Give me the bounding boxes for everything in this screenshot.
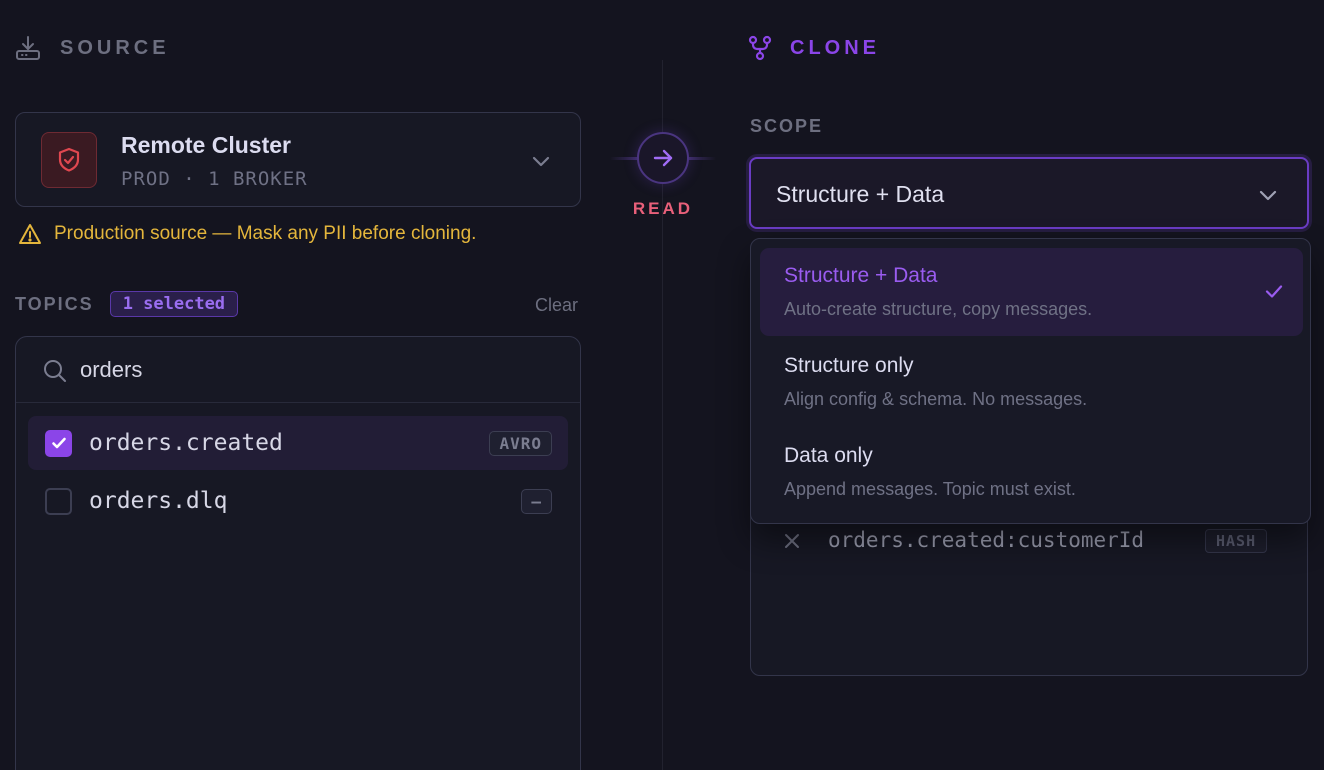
- topic-row-orders-dlq[interactable]: orders.dlq —: [28, 474, 568, 528]
- option-title: Structure + Data: [784, 264, 938, 287]
- topic-format-badge: —: [521, 488, 552, 514]
- topics-header: TOPICS 1 selected: [15, 291, 239, 317]
- scope-option-data-only[interactable]: Data only Append messages. Topic must ex…: [760, 428, 1303, 516]
- connector-label: READ: [632, 199, 694, 218]
- cluster-icon-tile: [41, 132, 97, 188]
- search-icon: [44, 360, 66, 382]
- warning-triangle-icon: [19, 224, 41, 244]
- source-header: SOURCE: [14, 34, 170, 62]
- pii-warning: Production source — Mask any PII before …: [18, 222, 476, 246]
- option-description: Append messages. Topic must exist.: [784, 479, 1076, 499]
- masking-rule-row: orders.created:customerId HASH: [751, 527, 1307, 557]
- close-icon[interactable]: [781, 530, 803, 552]
- check-icon: [1265, 285, 1283, 298]
- topic-name: orders.created: [89, 430, 283, 456]
- topic-search-input[interactable]: [80, 353, 540, 387]
- source-cluster-select[interactable]: Remote Cluster PROD · 1 BROKER: [15, 112, 581, 207]
- scope-option-structure-only[interactable]: Structure only Align config & schema. No…: [760, 338, 1303, 426]
- masking-field-name: orders.created:customerId: [828, 528, 1145, 552]
- option-title: Data only: [784, 444, 873, 467]
- arrow-right-icon: [653, 149, 673, 167]
- clone-heading: CLONE: [790, 36, 880, 59]
- checkmark-icon: [51, 437, 66, 449]
- masking-method-badge: HASH: [1205, 529, 1268, 553]
- chevron-down-icon: [1259, 190, 1277, 201]
- scope-dropdown-menu: Structure + Data Auto-create structure, …: [750, 238, 1311, 524]
- option-title: Structure only: [784, 354, 914, 377]
- branch-icon: [748, 35, 772, 61]
- read-connector-button[interactable]: [637, 132, 689, 184]
- topic-format-badge: AVRO: [489, 430, 552, 456]
- option-description: Align config & schema. No messages.: [784, 389, 1088, 409]
- download-tray-icon: [16, 36, 40, 60]
- cluster-meta: PROD · 1 BROKER: [121, 168, 308, 190]
- topic-checkbox[interactable]: [45, 429, 72, 457]
- topic-checkbox[interactable]: [45, 487, 72, 515]
- option-description: Auto-create structure, copy messages.: [784, 299, 1093, 319]
- topic-search-row: [16, 337, 580, 403]
- topics-heading: TOPICS: [15, 293, 94, 314]
- clear-selection-button[interactable]: Clear: [535, 295, 578, 316]
- scope-select[interactable]: Structure + Data: [749, 157, 1309, 229]
- selected-count-badge: 1 selected: [109, 291, 239, 317]
- scope-label: SCOPE: [750, 116, 824, 136]
- clone-header: CLONE: [746, 34, 880, 62]
- scope-selected-value: Structure + Data: [776, 181, 945, 207]
- chevron-down-icon: [532, 156, 550, 167]
- topic-name: orders.dlq: [89, 488, 228, 514]
- shield-check-icon: [58, 147, 80, 172]
- topics-list-panel: orders.created AVRO orders.dlq —: [15, 336, 581, 770]
- cluster-name: Remote Cluster: [121, 132, 291, 158]
- warning-text: Production source — Mask any PII before …: [54, 223, 477, 244]
- topic-row-orders-created[interactable]: orders.created AVRO: [28, 416, 568, 470]
- scope-option-structure-data[interactable]: Structure + Data Auto-create structure, …: [760, 248, 1303, 336]
- source-heading: SOURCE: [60, 36, 170, 59]
